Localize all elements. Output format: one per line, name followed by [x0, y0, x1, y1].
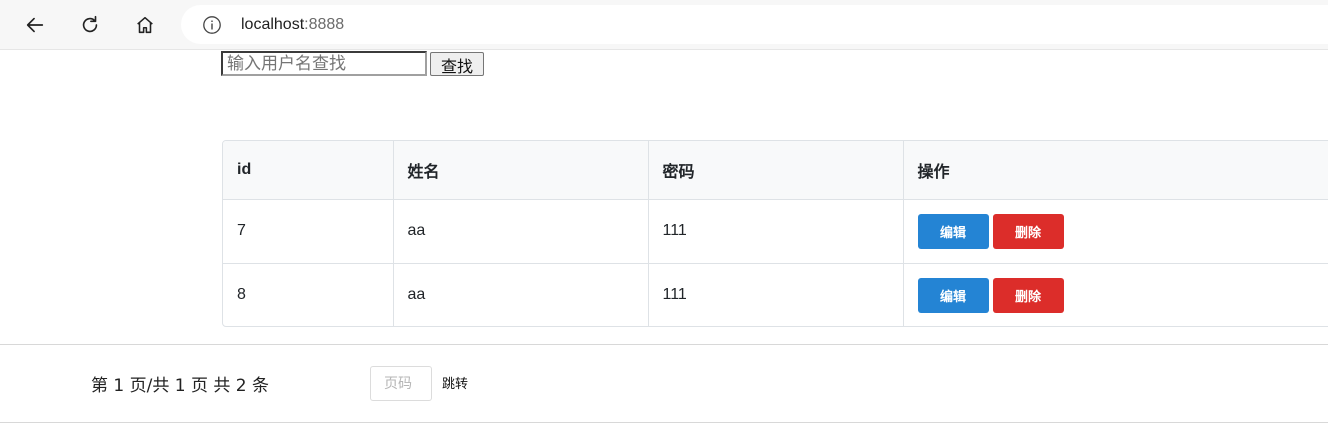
url-text: localhost:8888 — [241, 16, 344, 34]
cell-actions: 编辑 删除 — [903, 198, 1328, 263]
user-table: id 姓名 密码 操作 7 aa 111 编辑 删除 8 aa 111 编辑 删除 — [222, 140, 1328, 327]
delete-button[interactable]: 删除 — [992, 213, 1064, 249]
delete-button[interactable]: 删除 — [992, 277, 1064, 313]
column-header-password: 密码 — [648, 141, 904, 199]
pagination-divider-top — [0, 344, 1328, 345]
cell-password: 111 — [648, 198, 904, 263]
home-button[interactable] — [129, 9, 161, 41]
cell-id: 8 — [223, 262, 394, 326]
url-port: :8888 — [304, 15, 345, 33]
page-number-input[interactable] — [370, 366, 432, 401]
table-row: 8 aa 111 编辑 删除 — [223, 262, 1328, 326]
info-icon[interactable] — [202, 15, 222, 35]
table-header-row: id 姓名 密码 操作 — [223, 141, 1328, 199]
back-arrow-icon — [26, 17, 44, 33]
reload-button[interactable] — [74, 9, 106, 41]
cell-actions: 编辑 删除 — [903, 262, 1328, 326]
url-host: localhost — [241, 15, 305, 33]
pagination-divider-bottom — [0, 422, 1328, 423]
cell-name: aa — [393, 198, 649, 263]
cell-name: aa — [393, 262, 649, 326]
edit-button[interactable]: 编辑 — [917, 213, 989, 249]
search-button[interactable]: 查找 — [430, 52, 484, 76]
username-search-input[interactable] — [221, 51, 427, 76]
edit-button[interactable]: 编辑 — [917, 277, 989, 313]
pagination-info: 第 1 页/共 1 页 共 2 条 — [91, 376, 270, 396]
home-icon — [137, 16, 153, 34]
address-bar[interactable]: localhost:8888 — [181, 5, 1328, 44]
browser-toolbar: localhost:8888 — [0, 0, 1328, 50]
table-row: 7 aa 111 编辑 删除 — [223, 198, 1328, 263]
jump-button[interactable]: 跳转 — [442, 373, 468, 392]
column-header-id: id — [223, 141, 394, 199]
reload-icon — [82, 15, 98, 33]
cell-password: 111 — [648, 262, 904, 326]
back-button[interactable] — [19, 9, 51, 41]
cell-id: 7 — [223, 198, 394, 263]
column-header-name: 姓名 — [393, 141, 649, 199]
column-header-actions: 操作 — [917, 163, 950, 181]
